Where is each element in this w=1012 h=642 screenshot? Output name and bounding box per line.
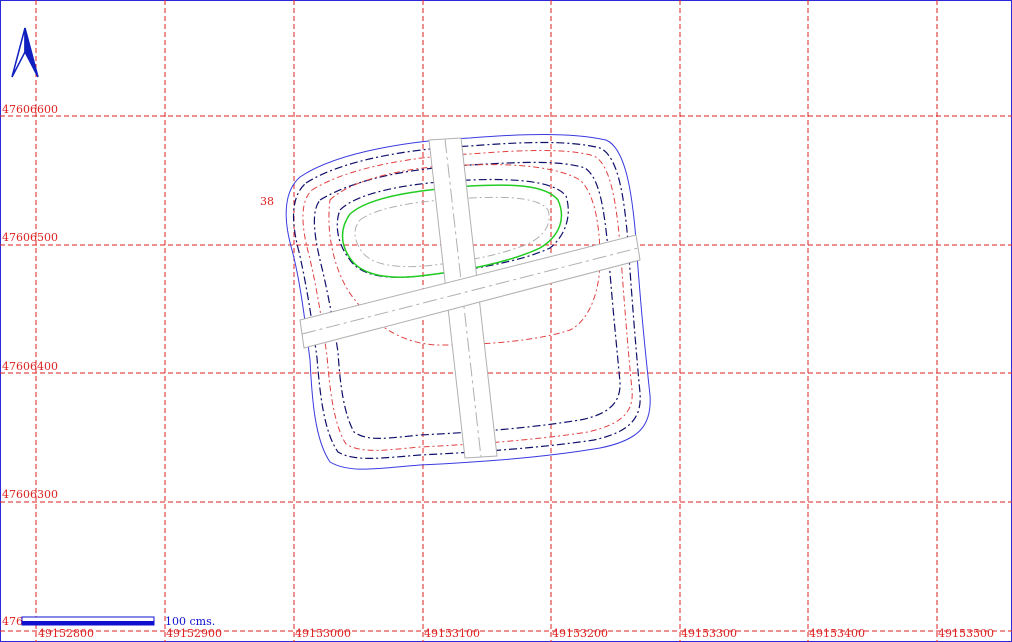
x-axis-label: 49153400 [809,627,865,640]
map-frame: 47606600 47606500 47606400 47606300 4760… [0,0,1012,642]
x-axis-label: 49152900 [166,627,222,640]
map-border [0,0,1012,642]
x-axis-label: 49153200 [552,627,608,640]
x-axis-label: 49153500 [938,627,994,640]
site-plan-map: 47606600 47606500 47606400 47606300 4760… [0,0,1012,642]
coordinate-grid [0,0,1012,642]
x-axis-label: 49153000 [295,627,351,640]
x-axis-label: 49153300 [681,627,737,640]
point-label: 38 [260,195,274,208]
scale-bar-fill [22,621,154,625]
y-axis-label: 47606300 [2,488,58,501]
y-axis-label: 47606400 [2,360,58,373]
y-axis-label: 47606600 [2,103,58,116]
north-arrow-icon [11,27,39,78]
scale-bar-label: 100 cms. [165,615,215,628]
x-axis-label: 49153100 [424,627,480,640]
x-axis-label: 49152800 [38,627,94,640]
y-axis-label: 47606500 [2,231,58,244]
